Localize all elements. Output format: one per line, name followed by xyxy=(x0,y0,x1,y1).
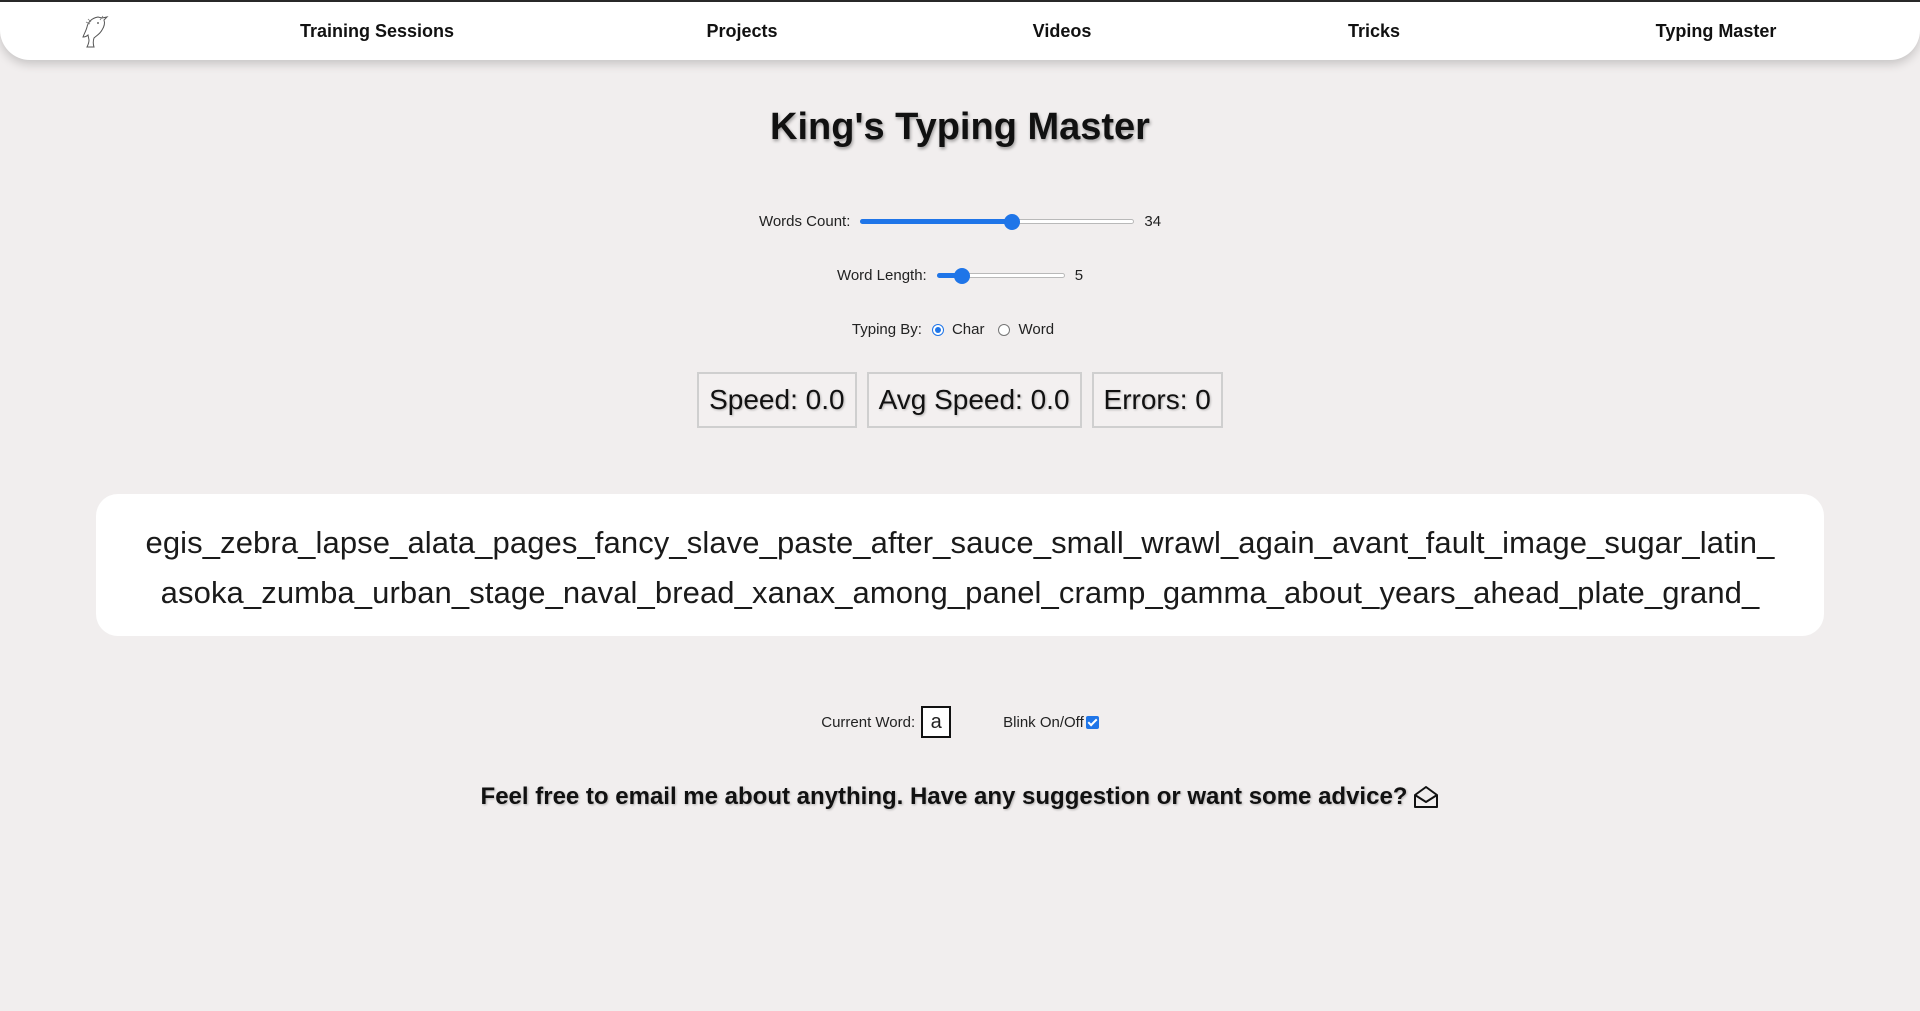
avg-speed-stat: Avg Speed: 0.0 xyxy=(866,372,1082,428)
words-count-slider[interactable] xyxy=(860,213,1135,230)
page-title: King's Typing Master xyxy=(770,106,1150,148)
nav-videos[interactable]: Videos xyxy=(1033,21,1092,42)
current-word-input[interactable]: a xyxy=(921,706,952,738)
blink-label: Blink On/Off xyxy=(1003,713,1084,731)
word-length-row: Word Length: 5 xyxy=(0,267,1920,284)
current-word-row: Current Word: a Blink On/Off xyxy=(0,706,1920,738)
typing-text-panel: egis_zebra_lapse_alata_pages_fancy_slave… xyxy=(96,494,1824,636)
horse-head-logo-icon[interactable] xyxy=(78,14,112,48)
slider-fill xyxy=(860,218,1013,224)
slider-thumb[interactable] xyxy=(954,267,971,284)
nav-projects[interactable]: Projects xyxy=(706,21,777,42)
email-message: Feel free to email me about anything. Ha… xyxy=(480,783,1408,810)
words-count-value: 34 xyxy=(1144,213,1162,230)
word-length-slider[interactable] xyxy=(936,267,1065,284)
envelope-open-icon[interactable] xyxy=(1413,785,1439,809)
words-count-row: Words Count: 34 xyxy=(0,213,1920,230)
radio-char-label[interactable]: Char xyxy=(952,321,985,338)
radio-word-label[interactable]: Word xyxy=(1018,321,1054,338)
radio-char[interactable] xyxy=(931,323,944,336)
typing-text-line-1: egis_zebra_lapse_alata_pages_fancy_slave… xyxy=(145,525,1775,560)
words-count-label: Words Count: xyxy=(758,213,851,230)
word-length-value: 5 xyxy=(1074,267,1084,284)
stats-row: Speed: 0.0 Avg Speed: 0.0 Errors: 0 xyxy=(0,372,1920,428)
current-word-label: Current Word: xyxy=(821,713,916,731)
slider-thumb[interactable] xyxy=(1004,213,1021,230)
email-message-row: Feel free to email me about anything. Ha… xyxy=(0,783,1920,811)
radio-word[interactable] xyxy=(998,323,1011,336)
nav-training-sessions[interactable]: Training Sessions xyxy=(300,21,454,42)
typing-by-label: Typing By: xyxy=(851,321,922,338)
speed-stat: Speed: 0.0 xyxy=(697,372,857,428)
typing-text-line-2: asoka_zumba_urban_stage_naval_bread_xana… xyxy=(160,575,1760,610)
errors-stat: Errors: 0 xyxy=(1091,372,1223,428)
word-length-label: Word Length: xyxy=(836,267,927,284)
nav-typing-master[interactable]: Typing Master xyxy=(1656,21,1777,42)
nav-tricks[interactable]: Tricks xyxy=(1348,21,1400,42)
blink-checkbox[interactable] xyxy=(1085,715,1099,729)
typing-by-row: Typing By: Char Word xyxy=(0,321,1920,338)
top-navbar: Training Sessions Projects Videos Tricks… xyxy=(0,2,1920,60)
